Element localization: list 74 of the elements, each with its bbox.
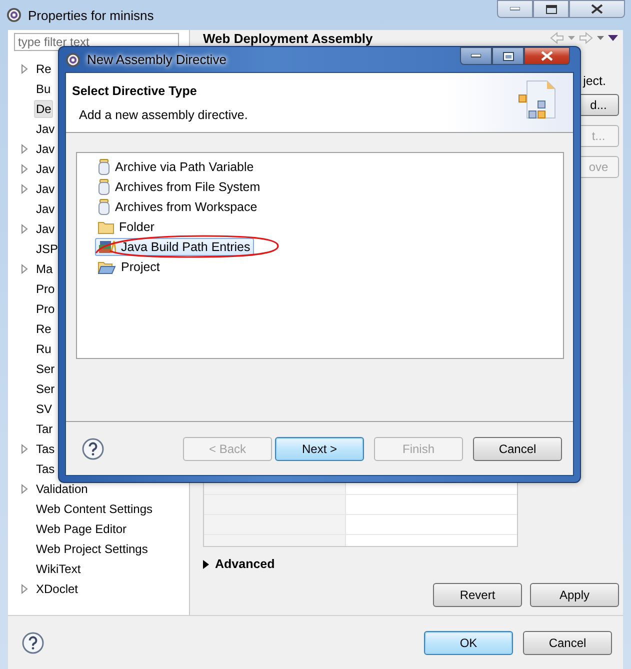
tree-item[interactable]: Pro xyxy=(34,300,57,318)
tree-item[interactable]: Jav xyxy=(34,160,57,178)
close-icon xyxy=(541,51,553,61)
list-item[interactable]: Java Build Path Entries xyxy=(95,238,254,256)
help-icon[interactable] xyxy=(22,632,44,654)
close-button[interactable] xyxy=(524,47,570,65)
wizard-button[interactable]: Next > xyxy=(275,436,364,460)
advanced-section-label[interactable]: Advanced xyxy=(215,557,275,571)
tree-item[interactable]: WikiText xyxy=(34,560,83,578)
tree-item[interactable]: Pro xyxy=(34,280,57,298)
view-menu-icon[interactable] xyxy=(608,35,618,41)
gear-icon xyxy=(6,7,22,23)
tree-item[interactable]: Tas xyxy=(34,440,57,458)
close-button[interactable] xyxy=(569,0,625,18)
gear-icon xyxy=(65,52,81,68)
tree-item[interactable]: Tas xyxy=(34,460,57,478)
window-title: Properties for minisns xyxy=(28,8,154,22)
wizard-page-title: Select Directive Type xyxy=(72,84,198,98)
dialog-title: New Assembly Directive xyxy=(87,52,226,67)
expand-arrow-icon[interactable] xyxy=(203,560,209,568)
page-button[interactable]: Apply xyxy=(530,583,619,607)
tree-item[interactable]: Jav xyxy=(34,200,57,218)
tree-item[interactable]: Validation xyxy=(34,480,90,498)
tree-item[interactable]: Re xyxy=(34,60,54,78)
tree-item[interactable]: Web Page Editor xyxy=(34,520,128,538)
list-item[interactable]: Archive via Path Variable xyxy=(95,157,258,177)
tree-item[interactable]: Ser xyxy=(34,360,57,378)
tree-item[interactable]: Jav xyxy=(34,140,57,158)
tree-item[interactable]: Ser xyxy=(34,380,57,398)
tree-item[interactable]: XDoclet xyxy=(34,580,80,598)
list-item[interactable]: Project xyxy=(95,258,164,276)
list-item[interactable]: Archives from File System xyxy=(95,177,264,197)
dialog-button[interactable]: Cancel xyxy=(523,630,612,654)
minimize-icon xyxy=(471,54,481,58)
maximize-icon xyxy=(546,4,556,14)
books-icon xyxy=(98,240,116,254)
minimize-button[interactable] xyxy=(497,0,533,18)
tree-item[interactable]: Ru xyxy=(34,340,54,358)
close-icon xyxy=(591,4,603,14)
maximize-button[interactable] xyxy=(533,0,569,18)
tree-item[interactable]: Ma xyxy=(34,260,55,278)
minimize-icon xyxy=(510,7,520,11)
folder-icon xyxy=(98,220,114,234)
tree-item[interactable]: Re xyxy=(34,320,54,338)
page-button[interactable]: Revert xyxy=(433,583,522,607)
jar-icon xyxy=(98,179,110,195)
tree-item[interactable]: Web Content Settings xyxy=(34,500,155,518)
dialog-button[interactable]: OK xyxy=(424,630,513,654)
maximize-icon xyxy=(502,52,514,60)
list-item[interactable]: Folder xyxy=(95,218,158,236)
wizard-page-message: Add a new assembly directive. xyxy=(78,108,248,122)
tree-item[interactable]: Bu xyxy=(34,80,53,98)
page-title: Web Deployment Assembly xyxy=(203,30,373,46)
jar-icon xyxy=(98,199,110,215)
back-arrow-icon[interactable] xyxy=(550,32,564,44)
tree-item[interactable]: Jav xyxy=(34,120,57,138)
help-icon[interactable] xyxy=(82,438,104,460)
open-folder-icon xyxy=(98,260,116,274)
list-item[interactable]: Archives from Workspace xyxy=(95,197,262,217)
tree-item[interactable]: JSP xyxy=(34,240,60,258)
tree-item[interactable]: Web Project Settings xyxy=(34,540,150,558)
tree-item[interactable]: SV xyxy=(34,400,54,418)
tree-item[interactable]: De xyxy=(34,100,54,118)
jar-icon xyxy=(98,159,110,175)
tree-item[interactable]: Jav xyxy=(34,180,57,198)
minimize-button[interactable] xyxy=(460,47,492,65)
page-description: ject. xyxy=(583,74,606,88)
dropdown-icon[interactable] xyxy=(597,36,604,40)
forward-arrow-icon[interactable] xyxy=(579,32,593,44)
wizard-button[interactable]: Cancel xyxy=(473,436,562,460)
maximize-button[interactable] xyxy=(492,47,524,65)
tree-item[interactable]: Tar xyxy=(34,420,55,438)
tree-item[interactable]: Jav xyxy=(34,220,57,238)
dropdown-icon[interactable] xyxy=(568,36,575,40)
